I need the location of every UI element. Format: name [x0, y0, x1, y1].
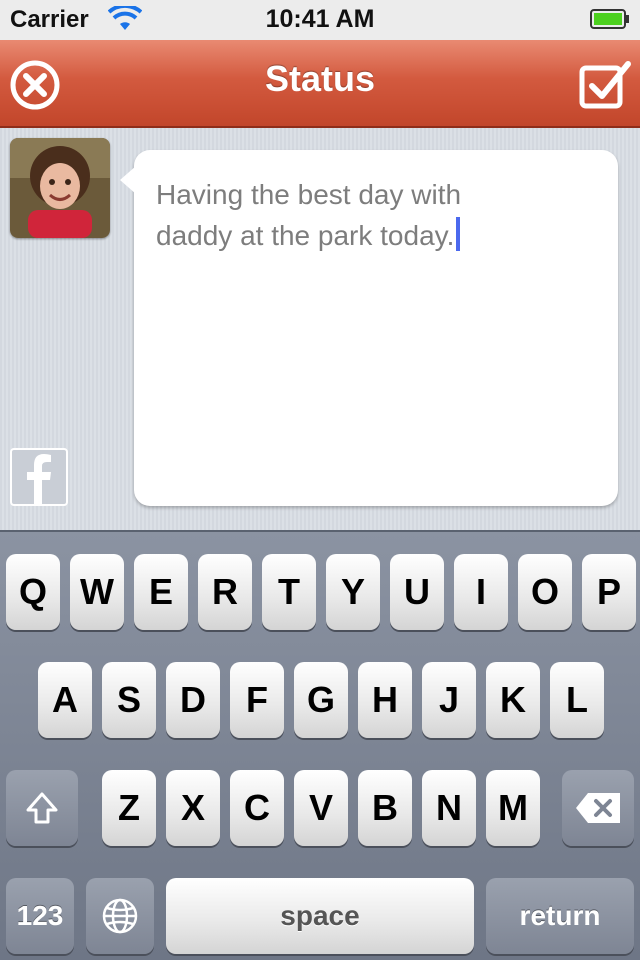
- globe-key[interactable]: [86, 878, 154, 954]
- key-l[interactable]: L: [550, 662, 604, 738]
- page-title: Status: [264, 58, 376, 99]
- clock: 10:41 AM: [265, 5, 375, 33]
- backspace-icon: [576, 793, 620, 823]
- text-caret: [456, 217, 461, 251]
- backspace-key[interactable]: [562, 770, 634, 846]
- key-x[interactable]: X: [166, 770, 220, 846]
- key-r[interactable]: R: [198, 554, 252, 630]
- status-text-bubble[interactable]: Having the best day with daddy at the pa…: [120, 150, 618, 506]
- return-key[interactable]: return: [486, 878, 634, 954]
- key-p[interactable]: P: [582, 554, 636, 630]
- key-n[interactable]: N: [422, 770, 476, 846]
- shift-icon: [26, 792, 58, 824]
- key-e[interactable]: E: [134, 554, 188, 630]
- key-y[interactable]: Y: [326, 554, 380, 630]
- compose-area: Having the best day with daddy at the pa…: [0, 128, 640, 530]
- key-k[interactable]: K: [486, 662, 540, 738]
- nav-bar: Status: [0, 40, 640, 128]
- checkbox-icon[interactable]: [578, 58, 632, 112]
- key-i[interactable]: I: [454, 554, 508, 630]
- facebook-icon[interactable]: [10, 448, 68, 506]
- key-o[interactable]: O: [518, 554, 572, 630]
- shift-key[interactable]: [6, 770, 78, 846]
- battery-icon: [590, 9, 629, 29]
- key-g[interactable]: G: [294, 662, 348, 738]
- status-bar: Carrier 10:41 AM: [0, 0, 640, 40]
- status-text: Having the best day with daddy at the pa…: [156, 179, 462, 251]
- key-f[interactable]: F: [230, 662, 284, 738]
- key-w[interactable]: W: [70, 554, 124, 630]
- key-q[interactable]: Q: [6, 554, 60, 630]
- key-a[interactable]: A: [38, 662, 92, 738]
- keyboard: Q W E R T Y U I O P A S D F G H J K L Z …: [0, 530, 640, 960]
- numbers-key[interactable]: 123: [6, 878, 74, 954]
- key-b[interactable]: B: [358, 770, 412, 846]
- key-t[interactable]: T: [262, 554, 316, 630]
- key-u[interactable]: U: [390, 554, 444, 630]
- key-c[interactable]: C: [230, 770, 284, 846]
- key-s[interactable]: S: [102, 662, 156, 738]
- avatar: [10, 138, 110, 238]
- globe-icon: [102, 898, 138, 934]
- key-d[interactable]: D: [166, 662, 220, 738]
- key-m[interactable]: M: [486, 770, 540, 846]
- status-text-input[interactable]: Having the best day with daddy at the pa…: [156, 174, 596, 474]
- key-j[interactable]: J: [422, 662, 476, 738]
- key-z[interactable]: Z: [102, 770, 156, 846]
- space-key[interactable]: space: [166, 878, 474, 954]
- key-h[interactable]: H: [358, 662, 412, 738]
- key-v[interactable]: V: [294, 770, 348, 846]
